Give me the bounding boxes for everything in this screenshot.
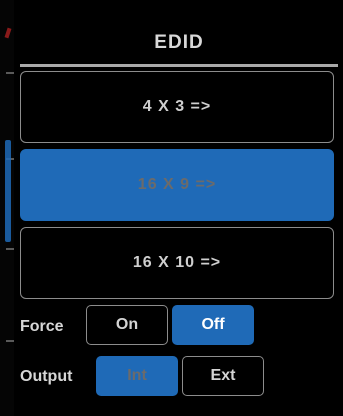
ratio-16x10-label: 16 X 10 => (132, 254, 222, 271)
ratio-4x3-button[interactable]: 4 X 3 => (20, 71, 334, 143)
ratio-4x3-label: 4 X 3 => (142, 98, 212, 115)
edge-accent-mark (4, 27, 12, 39)
ratio-16x9-label: 16 X 9 => (137, 176, 217, 193)
output-label: Output (20, 368, 73, 385)
left-edge-strip (0, 0, 14, 416)
force-on-button[interactable]: On (86, 305, 168, 345)
output-int-label: Int (127, 367, 147, 384)
edge-tick (6, 340, 14, 342)
ratio-16x9-button[interactable]: 16 X 9 => (20, 149, 334, 221)
edge-selection-indicator (5, 140, 11, 242)
force-on-label: On (115, 316, 139, 333)
output-ext-button[interactable]: Ext (182, 356, 264, 396)
force-off-label: Off (201, 316, 225, 333)
ratio-16x10-button[interactable]: 16 X 10 => (20, 227, 334, 299)
edid-panel: EDID 4 X 3 => 16 X 9 => 16 X 10 => Force… (0, 0, 343, 416)
force-off-button[interactable]: Off (172, 305, 254, 345)
force-label: Force (20, 318, 64, 335)
edge-tick (6, 248, 14, 250)
output-ext-label: Ext (210, 367, 236, 384)
title-divider (20, 64, 338, 67)
edge-tick (6, 72, 14, 74)
output-int-button[interactable]: Int (96, 356, 178, 396)
panel-title: EDID (154, 32, 204, 53)
